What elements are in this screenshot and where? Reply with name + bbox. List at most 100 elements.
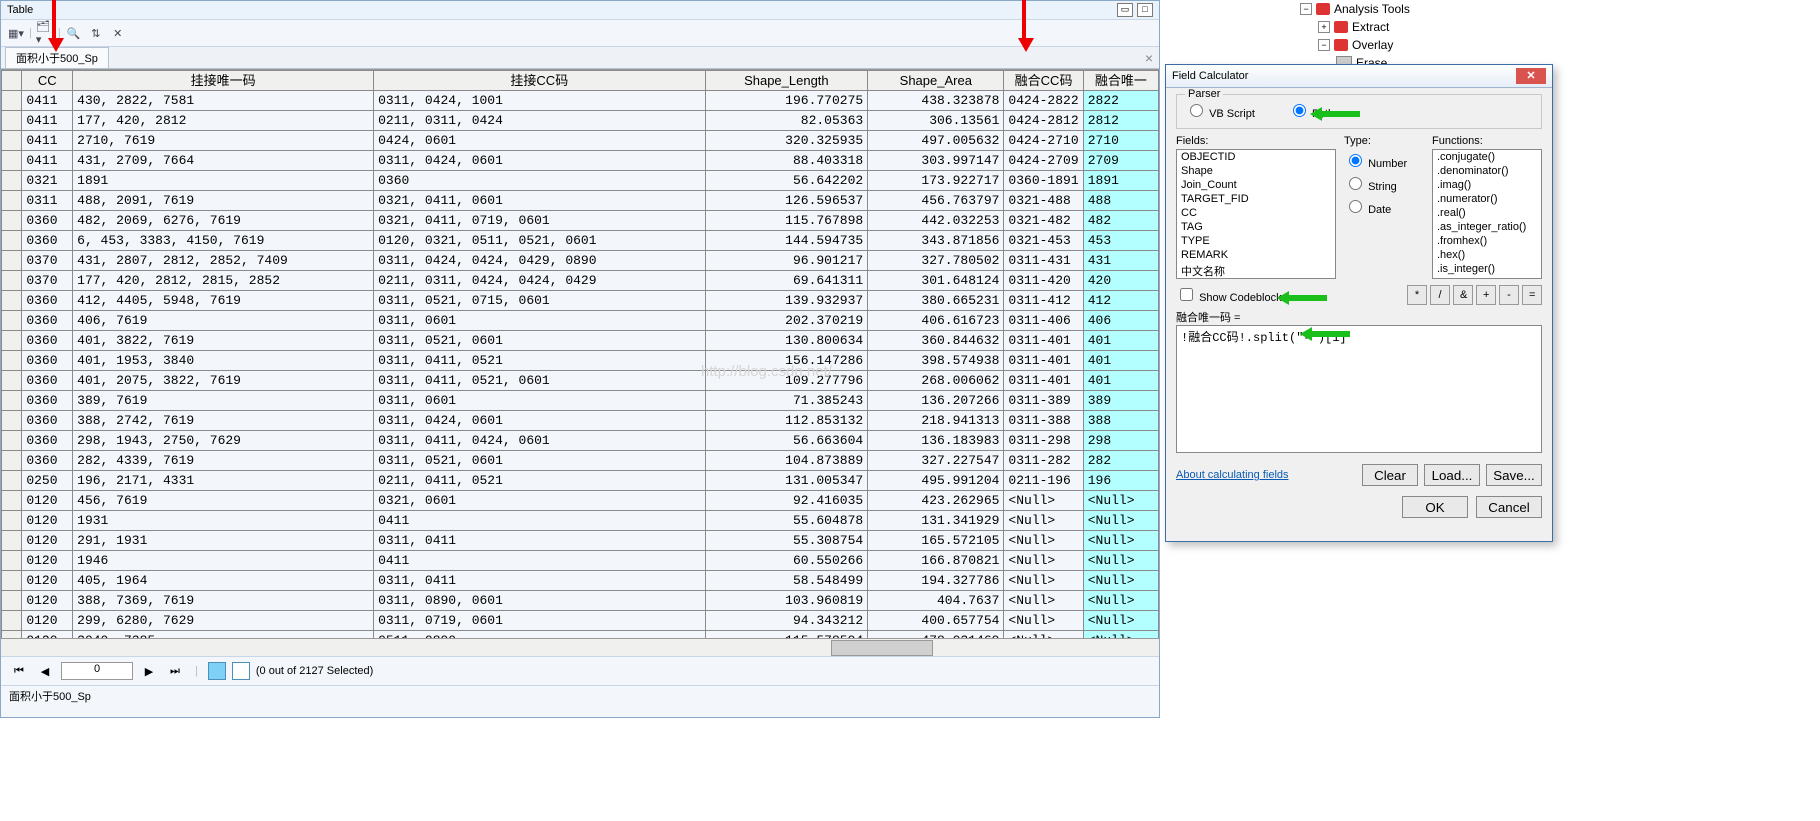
column-header[interactable]: 挂接唯一码	[73, 71, 374, 91]
table-row[interactable]: 0120456, 76190321, 060192.416035423.2629…	[2, 491, 1159, 511]
table-row[interactable]: 04112710, 76190424, 0601320.325935497.00…	[2, 131, 1159, 151]
type-date-radio[interactable]: Date	[1344, 197, 1424, 216]
table-row[interactable]: 0360401, 1953, 38400311, 0411, 0521156.1…	[2, 351, 1159, 371]
table-row[interactable]: 03606, 453, 3383, 4150, 76190120, 0321, …	[2, 231, 1159, 251]
about-link[interactable]: About calculating fields	[1176, 469, 1289, 481]
operator-button[interactable]: -	[1499, 285, 1519, 305]
field-item[interactable]: REMARK	[1177, 248, 1335, 262]
function-item[interactable]: math.acos()	[1433, 276, 1541, 279]
next-record-button[interactable]: ▶	[139, 661, 159, 681]
table-row[interactable]: 01201946041160.550266166.870821<Null><Nu…	[2, 551, 1159, 571]
load-button[interactable]: Load...	[1424, 464, 1480, 486]
table-row[interactable]: 0360482, 2069, 6276, 76190321, 0411, 071…	[2, 211, 1159, 231]
function-item[interactable]: .hex()	[1433, 248, 1541, 262]
clear-button[interactable]: Clear	[1362, 464, 1418, 486]
table-row[interactable]: 03211891036056.642202173.9227170360-1891…	[2, 171, 1159, 191]
column-header[interactable]: Shape_Length	[705, 71, 868, 91]
operator-button[interactable]: &	[1453, 285, 1473, 305]
table-row[interactable]: 0311488, 2091, 76190321, 0411, 0601126.5…	[2, 191, 1159, 211]
column-header[interactable]: 融合唯一	[1083, 71, 1158, 91]
tree-collapse-icon[interactable]: −	[1318, 39, 1330, 51]
select-by-attr-icon[interactable]: 🔍	[65, 24, 83, 42]
type-string-radio[interactable]: String	[1344, 174, 1424, 193]
table-row[interactable]: 0360412, 4405, 5948, 76190311, 0521, 071…	[2, 291, 1159, 311]
operator-button[interactable]: *	[1407, 285, 1427, 305]
table-row[interactable]: 0120405, 19640311, 041158.548499194.3277…	[2, 571, 1159, 591]
show-all-records-icon[interactable]	[208, 662, 226, 680]
maximize-button[interactable]: □	[1137, 3, 1153, 17]
column-header[interactable]: Shape_Area	[868, 71, 1004, 91]
field-item[interactable]: CC	[1177, 206, 1335, 220]
function-item[interactable]: .numerator()	[1433, 192, 1541, 206]
record-number-input[interactable]: 0	[61, 662, 133, 680]
scrollbar-thumb[interactable]	[831, 640, 933, 656]
tree-node-analysis-tools[interactable]: Analysis Tools	[1334, 2, 1410, 16]
prev-record-button[interactable]: ◀	[35, 661, 55, 681]
operator-button[interactable]: +	[1476, 285, 1496, 305]
column-header[interactable]: 融合CC码	[1004, 71, 1083, 91]
table-row[interactable]: 0411430, 2822, 75810311, 0424, 1001196.7…	[2, 91, 1159, 111]
first-record-button[interactable]: ⏮	[9, 661, 29, 681]
table-row[interactable]: 0120299, 6280, 76290311, 0719, 060194.34…	[2, 611, 1159, 631]
ok-button[interactable]: OK	[1402, 496, 1468, 518]
field-item[interactable]: Shape	[1177, 164, 1335, 178]
minimize-button[interactable]: ▭	[1117, 3, 1133, 17]
field-item[interactable]: TAG	[1177, 220, 1335, 234]
switch-selection-icon[interactable]: ⇅	[87, 24, 105, 42]
table-row[interactable]: 0360282, 4339, 76190311, 0521, 0601104.8…	[2, 451, 1159, 471]
column-header[interactable]: 挂接CC码	[374, 71, 705, 91]
column-header[interactable]	[2, 71, 22, 91]
horizontal-scrollbar[interactable]	[1, 638, 1159, 656]
parser-vbscript-radio[interactable]: VB Script	[1185, 108, 1255, 120]
tree-node-overlay[interactable]: Overlay	[1352, 38, 1393, 52]
function-item[interactable]: .imag()	[1433, 178, 1541, 192]
function-item[interactable]: .fromhex()	[1433, 234, 1541, 248]
clear-selection-icon[interactable]: ✕	[109, 24, 127, 42]
function-item[interactable]: .denominator()	[1433, 164, 1541, 178]
table-row[interactable]: 0411177, 420, 28120211, 0311, 042482.053…	[2, 111, 1159, 131]
table-row[interactable]: 0360401, 2075, 3822, 76190311, 0411, 052…	[2, 371, 1159, 391]
function-item[interactable]: .is_integer()	[1433, 262, 1541, 276]
expression-textarea[interactable]	[1176, 325, 1542, 453]
last-record-button[interactable]: ⏭	[165, 661, 185, 681]
function-item[interactable]: .as_integer_ratio()	[1433, 220, 1541, 234]
field-item[interactable]: 中文名称	[1177, 262, 1335, 279]
operator-button[interactable]: /	[1430, 285, 1450, 305]
field-item[interactable]: TYPE	[1177, 234, 1335, 248]
cell: 196, 2171, 4331	[73, 471, 374, 491]
table-row[interactable]: 0370177, 420, 2812, 2815, 28520211, 0311…	[2, 271, 1159, 291]
field-item[interactable]: TARGET_FID	[1177, 192, 1335, 206]
show-codeblock-checkbox[interactable]: Show Codeblock	[1176, 285, 1282, 304]
table-row[interactable]: 0370431, 2807, 2812, 2852, 74090311, 042…	[2, 251, 1159, 271]
table-row[interactable]: 0411431, 2709, 76640311, 0424, 060188.40…	[2, 151, 1159, 171]
bottom-tab[interactable]: 面积小于500_Sp	[1, 685, 1159, 706]
functions-listbox[interactable]: .conjugate().denominator().imag().numera…	[1432, 149, 1542, 279]
table-row[interactable]: 0360406, 76190311, 0601202.370219406.616…	[2, 311, 1159, 331]
dialog-close-button[interactable]: ✕	[1516, 68, 1546, 84]
tab-close-icon[interactable]: ×	[1145, 50, 1153, 66]
table-row[interactable]: 0250196, 2171, 43310211, 0411, 0521131.0…	[2, 471, 1159, 491]
cancel-button[interactable]: Cancel	[1476, 496, 1542, 518]
show-selected-records-icon[interactable]	[232, 662, 250, 680]
table-row[interactable]: 01203040, 73850511, 0890115.578594478.03…	[2, 631, 1159, 639]
table-row[interactable]: 0360388, 2742, 76190311, 0424, 0601112.8…	[2, 411, 1159, 431]
function-item[interactable]: .real()	[1433, 206, 1541, 220]
tree-node-extract[interactable]: Extract	[1352, 20, 1389, 34]
column-header[interactable]: CC	[22, 71, 73, 91]
save-button[interactable]: Save...	[1486, 464, 1542, 486]
table-row[interactable]: 0360298, 1943, 2750, 76290311, 0411, 042…	[2, 431, 1159, 451]
table-row[interactable]: 0120291, 19310311, 041155.308754165.5721…	[2, 531, 1159, 551]
field-item[interactable]: Join_Count	[1177, 178, 1335, 192]
table-row[interactable]: 01201931041155.604878131.341929<Null><Nu…	[2, 511, 1159, 531]
table-row[interactable]: 0120388, 7369, 76190311, 0890, 0601103.9…	[2, 591, 1159, 611]
table-row[interactable]: 0360389, 76190311, 060171.385243136.2072…	[2, 391, 1159, 411]
table-options-icon[interactable]: ▦▾	[7, 24, 25, 42]
fields-listbox[interactable]: OBJECTIDShapeJoin_CountTARGET_FIDCCTAGTY…	[1176, 149, 1336, 279]
tree-expand-icon[interactable]: +	[1318, 21, 1330, 33]
type-number-radio[interactable]: Number	[1344, 151, 1424, 170]
table-row[interactable]: 0360401, 3822, 76190311, 0521, 0601130.8…	[2, 331, 1159, 351]
function-item[interactable]: .conjugate()	[1433, 150, 1541, 164]
field-item[interactable]: OBJECTID	[1177, 150, 1335, 164]
tree-collapse-icon[interactable]: −	[1300, 3, 1312, 15]
operator-button[interactable]: =	[1522, 285, 1542, 305]
